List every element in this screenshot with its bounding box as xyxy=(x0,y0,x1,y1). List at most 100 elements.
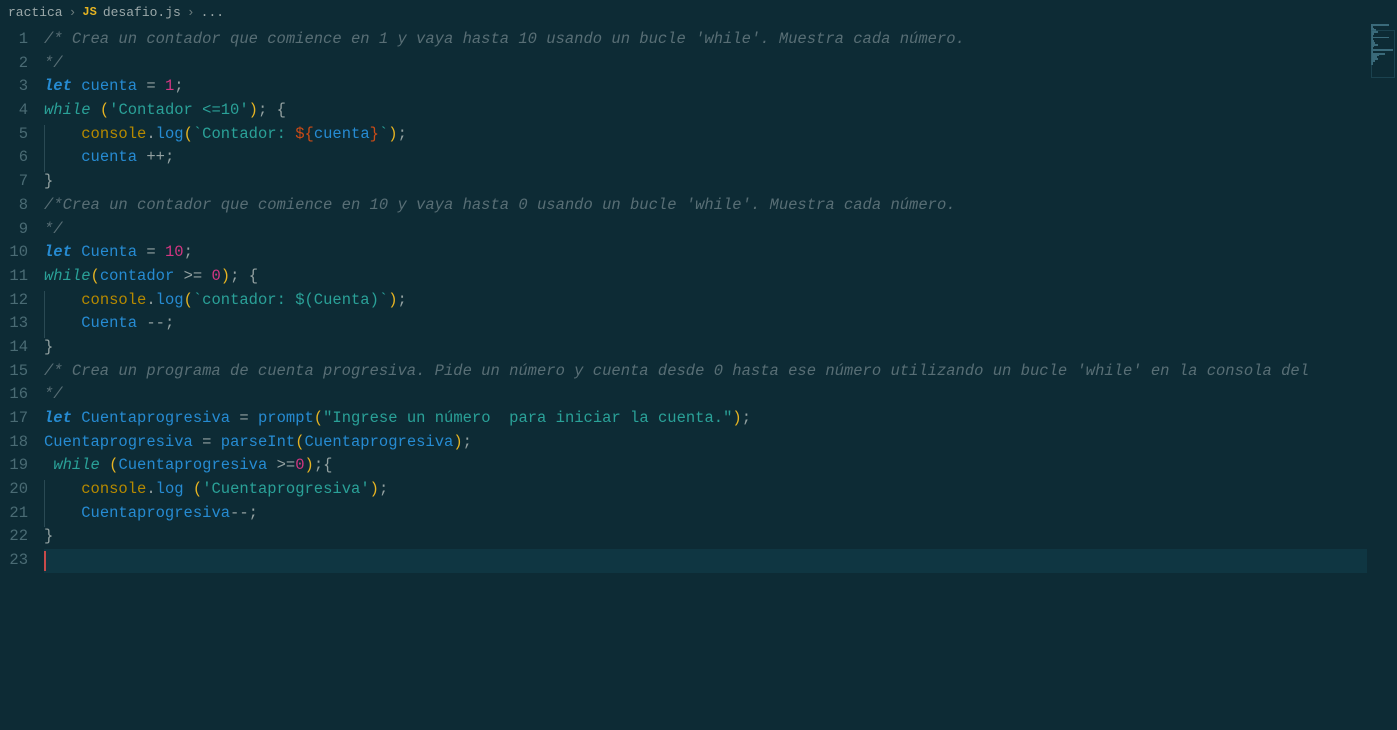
code-line[interactable]: } xyxy=(44,170,1367,194)
token xyxy=(44,125,81,143)
breadcrumb-folder[interactable]: ractica xyxy=(8,5,63,20)
code-line[interactable]: /* Crea un contador que comience en 1 y … xyxy=(44,28,1367,52)
line-number[interactable]: 19 xyxy=(0,454,28,478)
token: ) xyxy=(221,267,230,285)
breadcrumb-file[interactable]: desafio.js xyxy=(103,5,181,20)
code-line[interactable]: /* Crea un programa de cuenta progresiva… xyxy=(44,360,1367,384)
chevron-right-icon: › xyxy=(67,5,79,20)
line-number[interactable]: 23 xyxy=(0,549,28,573)
token: ; xyxy=(463,433,472,451)
code-line[interactable]: while(contador >= 0); { xyxy=(44,265,1367,289)
line-number[interactable]: 1 xyxy=(0,28,28,52)
token xyxy=(72,409,81,427)
token: 1 xyxy=(165,77,174,95)
code-line[interactable]: */ xyxy=(44,218,1367,242)
current-line-highlight xyxy=(44,549,1367,573)
code-line[interactable]: } xyxy=(44,336,1367,360)
code-line[interactable]: let Cuentaprogresiva = prompt("Ingrese u… xyxy=(44,407,1367,431)
line-number[interactable]: 17 xyxy=(0,407,28,431)
token xyxy=(267,101,276,119)
line-number[interactable]: 5 xyxy=(0,123,28,147)
token xyxy=(137,77,146,95)
token: while xyxy=(44,267,91,285)
token: while xyxy=(44,101,91,119)
code-line[interactable]: /*Crea un contador que comience en 10 y … xyxy=(44,194,1367,218)
token: ) xyxy=(453,433,462,451)
token: ; xyxy=(258,101,267,119)
token: contador xyxy=(100,267,174,285)
token: */ xyxy=(44,385,63,403)
breadcrumb[interactable]: ractica › JS desafio.js › ... xyxy=(0,0,1397,24)
line-number[interactable]: 11 xyxy=(0,265,28,289)
code-editor[interactable]: 1234567891011121314151617181920212223 /*… xyxy=(0,24,1397,730)
token: ) xyxy=(388,125,397,143)
token: cuenta xyxy=(81,77,137,95)
code-line[interactable]: console.log ('Cuentaprogresiva'); xyxy=(44,478,1367,502)
token xyxy=(91,101,100,119)
token xyxy=(44,291,81,309)
line-number[interactable]: 7 xyxy=(0,170,28,194)
line-number[interactable]: 10 xyxy=(0,241,28,265)
line-number[interactable]: 12 xyxy=(0,289,28,313)
code-area[interactable]: /* Crea un contador que comience en 1 y … xyxy=(44,24,1367,730)
code-line[interactable]: while (Cuentaprogresiva >=0);{ xyxy=(44,454,1367,478)
token: ( xyxy=(295,433,304,451)
token: prompt xyxy=(258,409,314,427)
token: . xyxy=(146,480,155,498)
token: >= xyxy=(184,267,203,285)
code-line[interactable]: let cuenta = 1; xyxy=(44,75,1367,99)
breadcrumb-more[interactable]: ... xyxy=(201,5,224,20)
code-line[interactable]: console.log(`Contador: ${cuenta}`); xyxy=(44,123,1367,147)
token: ) xyxy=(370,480,379,498)
code-line[interactable]: Cuentaprogresiva--; xyxy=(44,502,1367,526)
token: ` xyxy=(379,125,388,143)
token: Cuenta xyxy=(81,243,137,261)
minimap-viewport[interactable] xyxy=(1371,30,1395,78)
line-number[interactable]: 6 xyxy=(0,146,28,170)
minimap[interactable] xyxy=(1367,24,1397,730)
line-number[interactable]: 22 xyxy=(0,525,28,549)
token: 'Contador <=10' xyxy=(109,101,249,119)
token: Cuentaprogresiva xyxy=(81,409,230,427)
token xyxy=(100,456,109,474)
token xyxy=(156,243,165,261)
line-number[interactable]: 20 xyxy=(0,478,28,502)
line-number-gutter[interactable]: 1234567891011121314151617181920212223 xyxy=(0,24,44,730)
chevron-right-icon: › xyxy=(185,5,197,20)
token: parseInt xyxy=(221,433,295,451)
line-number[interactable]: 16 xyxy=(0,383,28,407)
token: . xyxy=(146,125,155,143)
line-number[interactable]: 2 xyxy=(0,52,28,76)
line-number[interactable]: 15 xyxy=(0,360,28,384)
token xyxy=(72,77,81,95)
code-line[interactable]: console.log(`contador: $(Cuenta)`); xyxy=(44,289,1367,313)
code-line[interactable]: Cuenta --; xyxy=(44,312,1367,336)
code-line[interactable]: let Cuenta = 10; xyxy=(44,241,1367,265)
token xyxy=(230,409,239,427)
token: ; xyxy=(165,314,174,332)
code-line[interactable]: Cuentaprogresiva = parseInt(Cuentaprogre… xyxy=(44,431,1367,455)
line-number[interactable]: 13 xyxy=(0,312,28,336)
token: ) xyxy=(388,291,397,309)
line-number[interactable]: 4 xyxy=(0,99,28,123)
token xyxy=(239,267,248,285)
indent-guide xyxy=(44,291,45,315)
code-line[interactable]: cuenta ++; xyxy=(44,146,1367,170)
line-number[interactable]: 18 xyxy=(0,431,28,455)
token: Cuentaprogresiva xyxy=(305,433,454,451)
line-number[interactable]: 3 xyxy=(0,75,28,99)
token: let xyxy=(44,243,72,261)
token xyxy=(184,480,193,498)
code-line[interactable]: */ xyxy=(44,52,1367,76)
line-number[interactable]: 14 xyxy=(0,336,28,360)
token: { xyxy=(277,101,286,119)
code-line[interactable] xyxy=(44,549,1367,573)
token: ; xyxy=(742,409,751,427)
code-line[interactable]: while ('Contador <=10'); { xyxy=(44,99,1367,123)
token: /*Crea un contador que comience en 10 y … xyxy=(44,196,956,214)
line-number[interactable]: 8 xyxy=(0,194,28,218)
line-number[interactable]: 9 xyxy=(0,218,28,242)
line-number[interactable]: 21 xyxy=(0,502,28,526)
code-line[interactable]: */ xyxy=(44,383,1367,407)
code-line[interactable]: } xyxy=(44,525,1367,549)
